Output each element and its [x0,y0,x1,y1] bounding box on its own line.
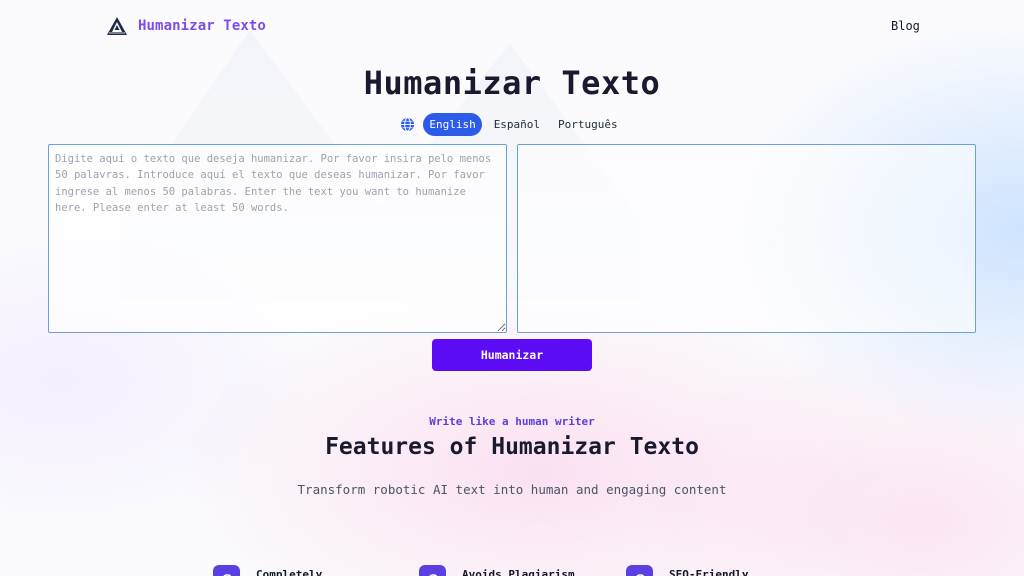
features-subtitle: Transform robotic AI text into human and… [297,482,727,497]
logo-icon [107,17,127,35]
feature-item-seo-friendly: SEO-Friendly [626,565,748,576]
feature-label: SEO-Friendly [669,568,749,576]
brand-logo-link[interactable]: Humanizar Texto [106,16,266,36]
feature-label: Completely [256,568,323,576]
language-option-portugues[interactable]: Português [552,113,624,136]
top-nav: Humanizar Texto Blog [0,0,1024,52]
feature-item-avoids-plagiarism: Avoids Plagiarism [419,565,575,576]
nav-blog-link[interactable]: Blog [891,19,920,33]
refresh-icon [213,565,240,576]
refresh-icon [419,565,446,576]
brand-name: Humanizar Texto [138,18,266,34]
page-title: Humanizar Texto [363,64,661,102]
input-text-area[interactable] [48,144,507,333]
refresh-icon [626,565,653,576]
features-title: Features of Humanizar Texto [325,434,699,460]
output-text-area[interactable] [517,144,976,333]
features-eyebrow: Write like a human writer [429,415,595,428]
humanize-button[interactable]: Humanizar [432,339,592,371]
globe-icon [401,117,415,132]
language-switcher: English Español Português [0,113,1024,136]
language-option-espanol[interactable]: Español [488,113,546,136]
language-option-english[interactable]: English [423,113,482,136]
feature-item-completely: Completely [213,565,322,576]
feature-label: Avoids Plagiarism [462,568,575,576]
